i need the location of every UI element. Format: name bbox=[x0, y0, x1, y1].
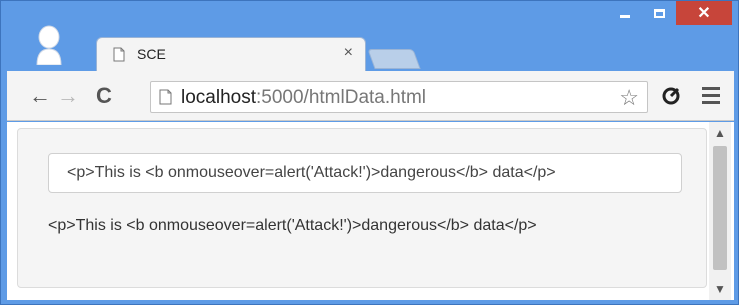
data-text-input[interactable] bbox=[48, 153, 682, 193]
minimize-icon bbox=[620, 14, 630, 18]
tab-close-button[interactable]: × bbox=[344, 44, 353, 62]
window-controls: ✕ bbox=[608, 1, 732, 25]
reload-button[interactable]: C bbox=[91, 83, 117, 109]
menu-bar bbox=[702, 101, 720, 104]
document-icon bbox=[113, 47, 125, 62]
menu-bar bbox=[702, 94, 720, 97]
tab-title: SCE bbox=[137, 46, 166, 62]
bookmark-star-icon[interactable]: ☆ bbox=[619, 85, 639, 111]
close-icon: ✕ bbox=[697, 5, 711, 22]
scroll-thumb[interactable] bbox=[713, 146, 727, 270]
page-viewport: <p>This is <b onmouseover=alert('Attack!… bbox=[7, 122, 734, 300]
extension-icon[interactable] bbox=[660, 85, 682, 107]
address-bar[interactable]: localhost:5000/htmlData.html ☆ bbox=[150, 81, 648, 113]
tab-sce[interactable]: SCE × bbox=[96, 37, 366, 71]
browser-toolbar: ← → C localhost:5000/htmlData.html ☆ bbox=[7, 71, 734, 121]
profile-avatar-icon[interactable] bbox=[34, 25, 64, 65]
menu-bar bbox=[702, 87, 720, 90]
url-host: localhost bbox=[181, 87, 256, 108]
scroll-down-arrow-icon[interactable]: ▼ bbox=[709, 278, 731, 300]
maximize-button[interactable] bbox=[642, 1, 676, 25]
vertical-scrollbar[interactable]: ▲ ▼ bbox=[709, 122, 731, 300]
url-path: :5000/htmlData.html bbox=[256, 87, 427, 108]
minimize-button[interactable] bbox=[608, 1, 642, 25]
page-panel: <p>This is <b onmouseover=alert('Attack!… bbox=[17, 128, 707, 288]
close-window-button[interactable]: ✕ bbox=[676, 1, 732, 25]
maximize-icon bbox=[653, 8, 665, 18]
back-button[interactable]: ← bbox=[27, 83, 53, 109]
url-text: localhost:5000/htmlData.html bbox=[181, 87, 426, 109]
menu-icon[interactable] bbox=[702, 87, 720, 108]
forward-button[interactable]: → bbox=[55, 83, 81, 109]
scroll-up-arrow-icon[interactable]: ▲ bbox=[709, 122, 731, 144]
bound-output-text: <p>This is <b onmouseover=alert('Attack!… bbox=[48, 217, 537, 234]
page-icon bbox=[159, 89, 172, 105]
browser-window: ✕ SCE × ← → C localhost:5000/htmlData.ht… bbox=[0, 0, 739, 305]
new-tab-button[interactable] bbox=[367, 49, 421, 69]
